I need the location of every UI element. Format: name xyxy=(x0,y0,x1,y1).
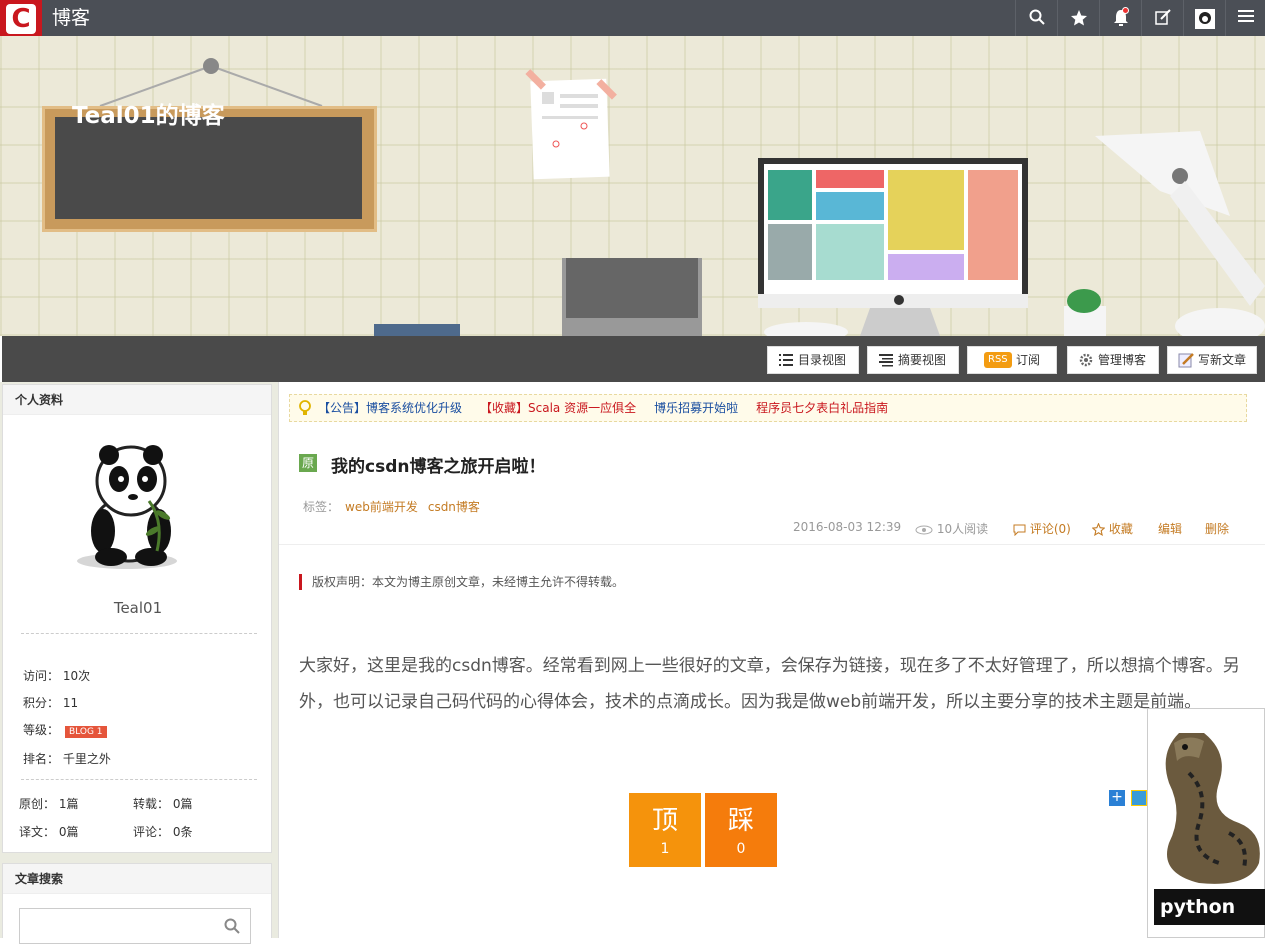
article-tags: 标签： web前端开发 csdn博客 xyxy=(303,500,480,514)
article-title[interactable]: 我的csdn博客之旅开启啦！ xyxy=(331,452,545,477)
notice-link[interactable]: 博乐招募开始啦 xyxy=(654,401,738,415)
read-count: 10人阅读 xyxy=(915,520,988,537)
notice-links: 【公告】博客系统优化升级 【收藏】Scala 资源一应俱全 博乐招募开始啦 程序员七夕… xyxy=(318,401,906,415)
menu-icon[interactable] xyxy=(1225,0,1265,36)
avatar-icon[interactable] xyxy=(1183,0,1225,36)
repost-stat: 转载： 0篇 xyxy=(133,797,193,811)
comment-icon xyxy=(1013,524,1026,536)
tag-link[interactable]: web前端开发 xyxy=(345,500,418,514)
edit-link[interactable]: 编辑 xyxy=(1158,520,1182,537)
divider xyxy=(21,779,257,780)
search-icon[interactable] xyxy=(1015,0,1057,36)
csdn-logo[interactable]: C xyxy=(0,0,42,36)
profile-panel: 个人资料 Teal01 访问： 10次 积分： 11 等级： BLOG 1 排名：… xyxy=(2,384,272,853)
original-stat: 原创： 1篇 xyxy=(19,797,79,811)
blog-toolbar: 目录视图 摘要视图 RSS 订阅 管理博客 写新文章 xyxy=(2,336,1265,382)
rss-icon: RSS xyxy=(984,352,1012,368)
gear-icon xyxy=(1079,353,1093,367)
article-date: 2016-08-03 12:39 xyxy=(793,520,902,534)
bell-icon[interactable] xyxy=(1099,0,1141,36)
share-zone-icon[interactable] xyxy=(1131,790,1147,806)
profile-panel-title: 个人资料 xyxy=(3,385,271,415)
upvote-button[interactable]: 顶 1 xyxy=(629,793,701,867)
python-snake-image xyxy=(1165,733,1260,884)
blog-title[interactable]: Teal01的博客 xyxy=(72,96,225,130)
summary-view-button[interactable]: 摘要视图 xyxy=(867,346,959,374)
manage-blog-button[interactable]: 管理博客 xyxy=(1067,346,1159,374)
copyright-notice: 版权声明：本文为博主原创文章，未经博主允许不得转载。 xyxy=(299,574,624,590)
python-ad-label: python xyxy=(1154,889,1265,925)
visits-stat: 访问： 10次 xyxy=(23,669,91,683)
pencil-icon xyxy=(1178,353,1194,368)
notice-bar: 【公告】博客系统优化升级 【收藏】Scala 资源一应俱全 博乐招募开始啦 程序员七夕… xyxy=(289,394,1247,422)
points-stat: 积分： 11 xyxy=(23,696,79,710)
write-article-button[interactable]: 写新文章 xyxy=(1167,346,1257,374)
notice-link[interactable]: 【收藏】Scala 资源一应俱全 xyxy=(480,401,636,415)
notification-dot xyxy=(1122,7,1129,14)
star-outline-icon xyxy=(1091,522,1106,537)
divider xyxy=(279,544,1265,545)
list-icon xyxy=(779,354,793,366)
share-plus-icon[interactable]: + xyxy=(1109,790,1125,806)
divider xyxy=(21,633,257,634)
article-search-input[interactable] xyxy=(19,908,251,944)
eye-icon xyxy=(915,525,933,534)
search-panel-title: 文章搜索 xyxy=(3,864,271,894)
site-name[interactable]: 博客 xyxy=(52,0,90,36)
summary-list-icon xyxy=(879,354,893,367)
search-panel: 文章搜索 xyxy=(2,863,272,944)
level-badge: BLOG 1 xyxy=(65,726,107,738)
main-content: 【公告】博客系统优化升级 【收藏】Scala 资源一应俱全 博乐招募开始啦 程序员七夕… xyxy=(278,382,1265,938)
article-body: 大家好，这里是我的csdn博客。经常看到网上一些很好的文章，会保存为链接，现在多… xyxy=(299,656,1240,712)
level-stat: 等级： BLOG 1 xyxy=(23,721,107,738)
delete-link[interactable]: 删除 xyxy=(1205,520,1229,537)
comments-link[interactable]: 评论(0) xyxy=(1013,520,1071,537)
rank-stat: 排名： 千里之外 xyxy=(23,752,111,766)
upvote-count: 1 xyxy=(660,841,670,857)
rss-subscribe-button[interactable]: RSS 订阅 xyxy=(967,346,1057,374)
blog-banner xyxy=(0,36,1265,336)
star-icon[interactable] xyxy=(1057,0,1099,36)
tag-link[interactable]: csdn博客 xyxy=(428,500,480,514)
edit-icon[interactable] xyxy=(1141,0,1183,36)
downvote-count: 0 xyxy=(736,841,746,857)
original-badge: 原 xyxy=(299,454,317,472)
notice-link[interactable]: 程序员七夕表白礼品指南 xyxy=(756,401,888,415)
sidebar: 个人资料 Teal01 访问： 10次 积分： 11 等级： BLOG 1 排名：… xyxy=(0,382,278,944)
catalog-view-button[interactable]: 目录视图 xyxy=(767,346,859,374)
search-icon[interactable] xyxy=(224,918,240,934)
python-ad[interactable]: python xyxy=(1147,708,1265,938)
downvote-button[interactable]: 踩 0 xyxy=(705,793,777,867)
notice-link[interactable]: 【公告】博客系统优化升级 xyxy=(318,401,462,415)
comments-stat: 评论： 0条 xyxy=(133,825,193,839)
profile-username[interactable]: Teal01 xyxy=(3,599,273,617)
favorite-link[interactable]: 收藏 xyxy=(1091,520,1133,537)
panda-avatar[interactable] xyxy=(69,441,205,581)
translate-stat: 译文： 0篇 xyxy=(19,825,79,839)
top-navbar: C 博客 xyxy=(0,0,1265,36)
lightbulb-icon xyxy=(299,400,311,415)
